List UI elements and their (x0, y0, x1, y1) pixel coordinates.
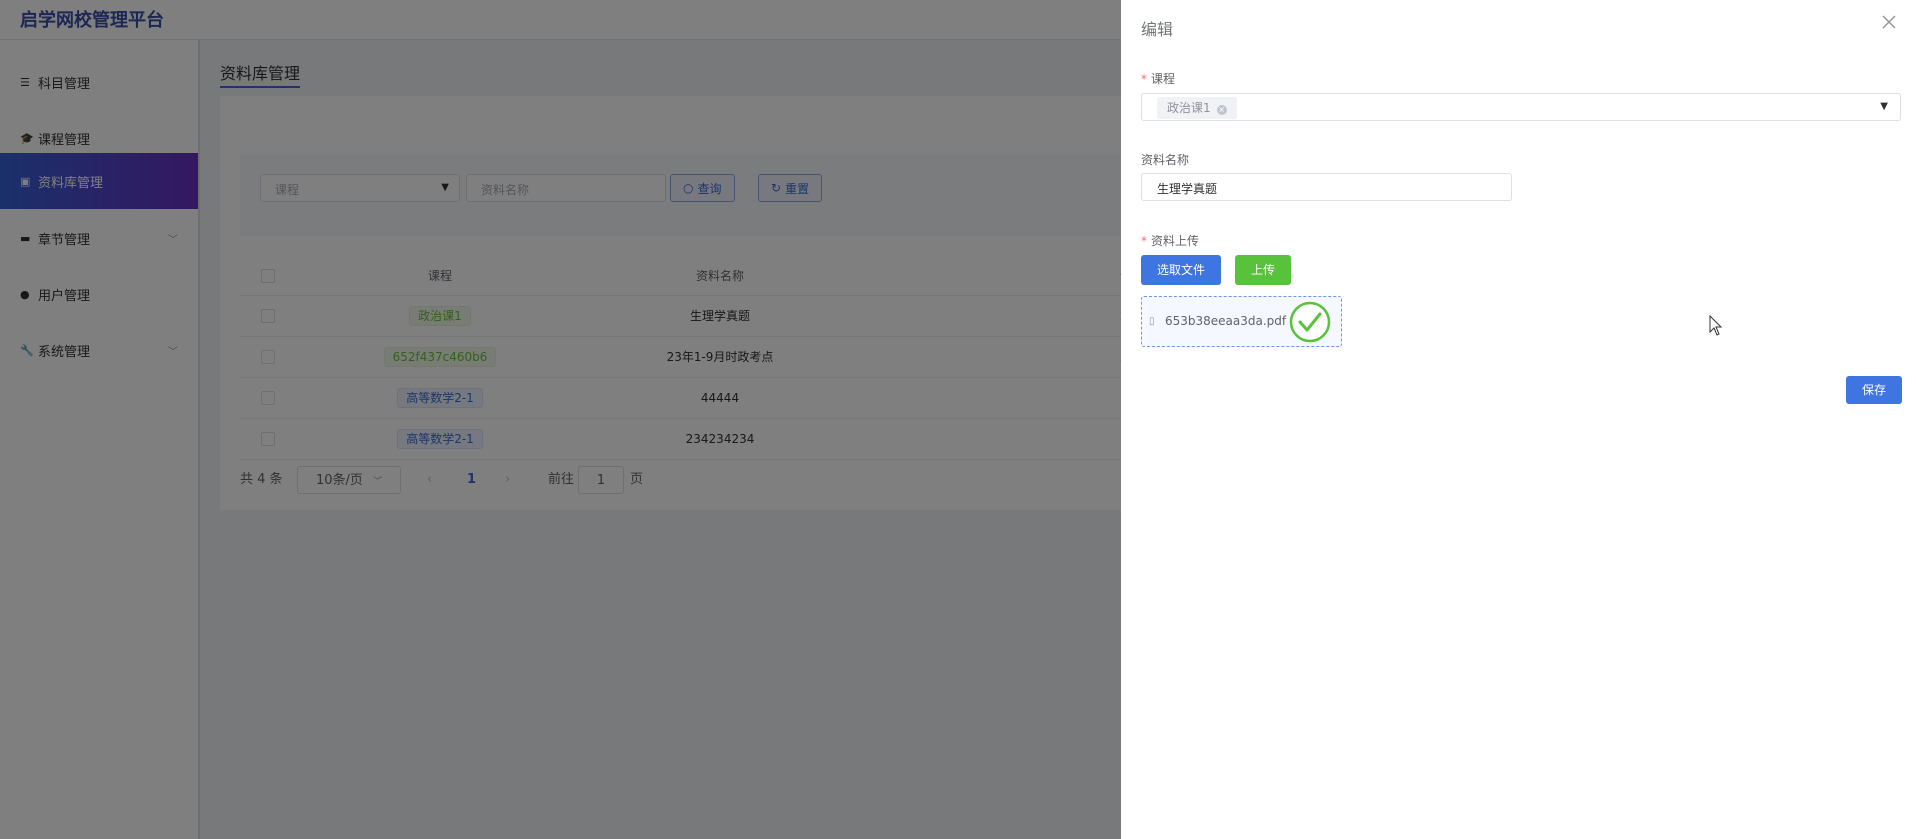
edit-drawer: 编辑 * 课程 政治课1 × ▼ 资料名称 生理学真题 * 资料上传 选取文件 上传 … (1121, 0, 1916, 839)
selected-course-chip: 政治课1 × (1157, 97, 1237, 119)
name-field-label: 资料名称 (1141, 153, 1190, 167)
course-field-label: * 课程 (1141, 70, 1175, 87)
choose-file-button[interactable]: 选取文件 (1141, 255, 1221, 285)
close-icon[interactable] (1881, 14, 1897, 30)
check-circle-icon (1289, 301, 1331, 343)
upload-field-label: * 资料上传 (1141, 232, 1199, 249)
caret-down-icon: ▼ (1880, 101, 1888, 112)
upload-label-text: 资料上传 (1151, 234, 1200, 248)
document-icon: ▯ (1149, 316, 1155, 327)
material-name-input[interactable]: 生理学真题 (1141, 173, 1512, 201)
uploaded-file-item[interactable]: ▯ 653b38eeaa3da.pdf (1141, 296, 1342, 347)
required-mark: * (1141, 72, 1147, 86)
mouse-cursor-icon (1709, 315, 1723, 336)
upload-button[interactable]: 上传 (1235, 255, 1291, 285)
drawer-title: 编辑 (1141, 20, 1174, 39)
required-mark: * (1141, 234, 1147, 248)
course-select[interactable]: 政治课1 × ▼ (1141, 93, 1901, 121)
course-label-text: 课程 (1151, 72, 1176, 86)
chip-label: 政治课1 (1167, 101, 1211, 115)
chip-remove-icon[interactable]: × (1216, 105, 1227, 115)
save-button[interactable]: 保存 (1846, 376, 1902, 404)
uploaded-file-name: 653b38eeaa3da.pdf (1165, 314, 1287, 328)
